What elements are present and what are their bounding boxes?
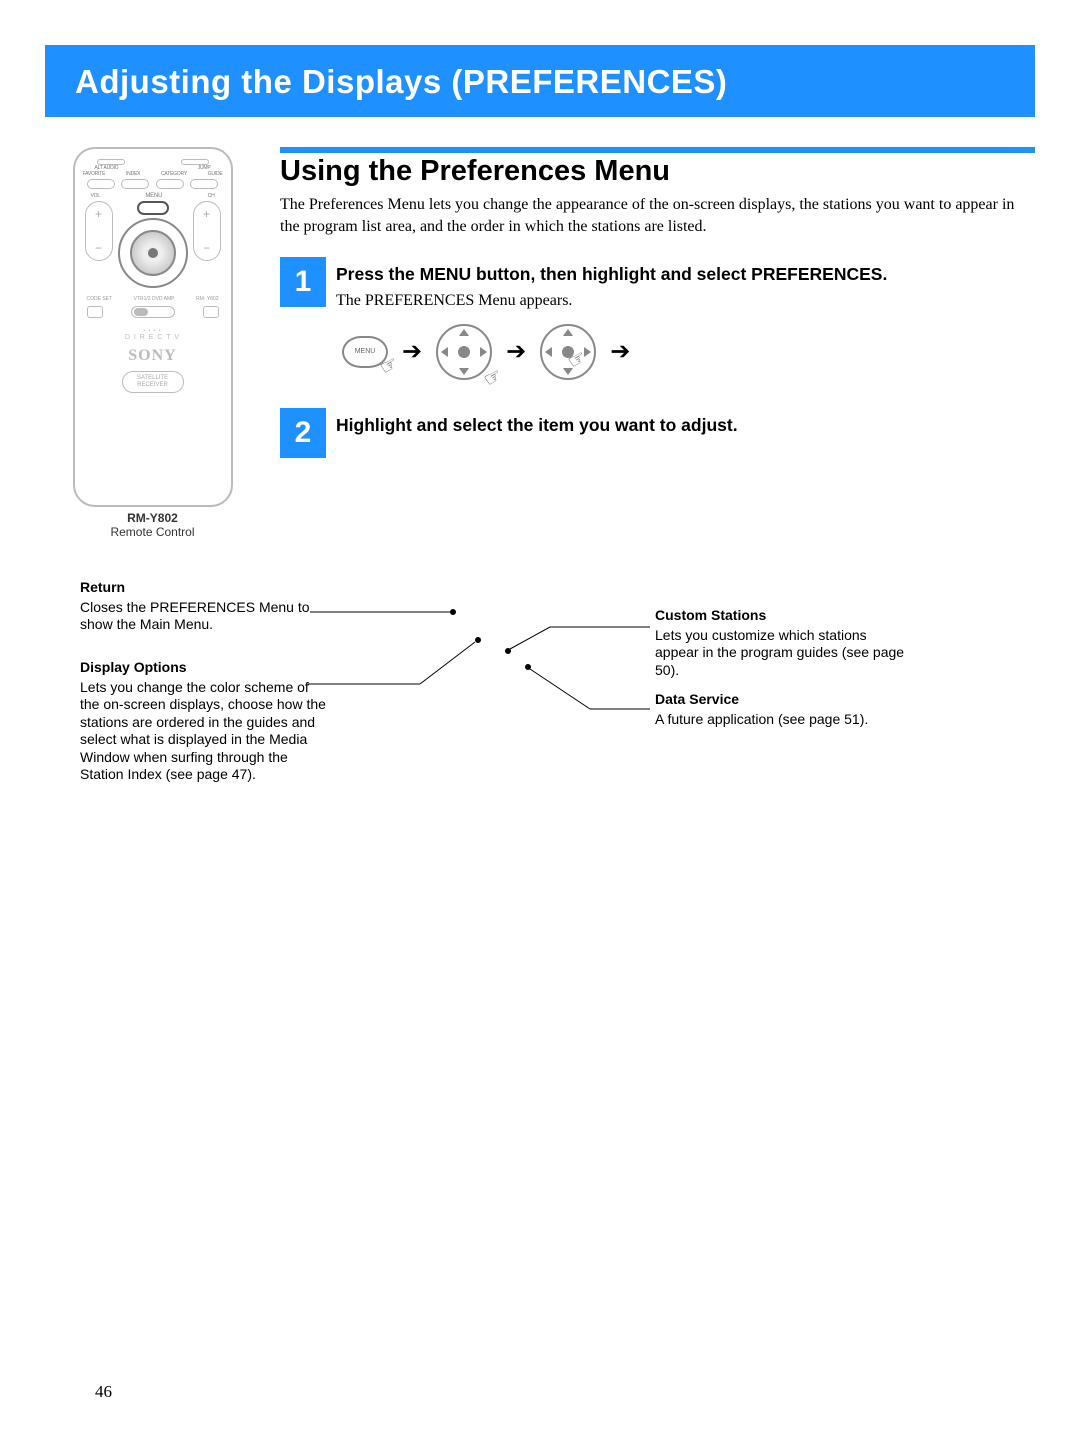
step-row: 1 Press the MENU button, then highlight … [280,257,1035,408]
remote-menu-button-icon [137,201,169,215]
section-title: Using the Preferences Menu [280,155,1035,188]
callouts-diagram: Return Closes the PREFERENCES Menu to sh… [80,569,1000,849]
callout-custom-stations: Custom Stations Lets you customize which… [655,607,905,679]
callout-return: Return Closes the PREFERENCES Menu to sh… [80,579,330,634]
callout-display-options: Display Options Lets you change the colo… [80,659,330,784]
step-2-heading: Highlight and select the item you want t… [336,414,1035,437]
step-number-1: 1 [280,257,326,307]
remote-sidebar: ALT AUDIOJUMP FAVORITEINDEXCATEGORYGUIDE… [45,147,260,539]
arrow-right-icon: ➔ [402,337,422,366]
remote-illustration: ALT AUDIOJUMP FAVORITEINDEXCATEGORYGUIDE… [73,147,233,507]
step-1-icon-row: MENU ☞ ➔ ☞ ➔ [342,324,1035,380]
remote-caption: RM-Y802 Remote Control [110,511,194,539]
remote-dpad-icon [118,218,188,288]
page-header-title: Adjusting the Displays (PREFERENCES) [75,63,1005,101]
step-1-heading: Press the MENU button, then highlight an… [336,263,1035,286]
page-number: 46 [95,1382,112,1402]
arrow-right-icon: ➔ [610,337,630,366]
step-number-2: 2 [280,408,326,458]
callout-data-service: Data Service A future application (see p… [655,691,868,728]
section-description: The Preferences Menu lets you change the… [280,194,1035,237]
arrow-right-icon: ➔ [506,337,526,366]
step-1-sub: The PREFERENCES Menu appears. [336,292,1035,310]
page-header: Adjusting the Displays (PREFERENCES) [45,45,1035,117]
step-row: 2 Highlight and select the item you want… [280,408,1035,458]
